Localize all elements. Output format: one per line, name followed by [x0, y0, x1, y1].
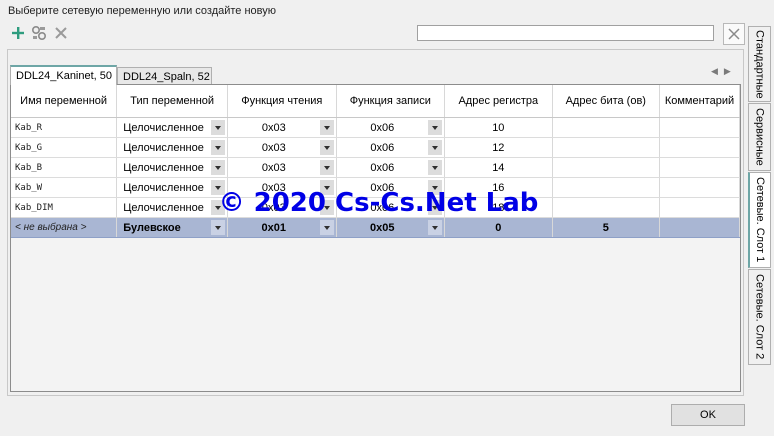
- chevron-down-icon[interactable]: [428, 120, 443, 135]
- type-select[interactable]: Целочисленное: [116, 137, 229, 158]
- type-value: Целочисленное: [123, 161, 204, 174]
- type-value: Булевское: [123, 221, 181, 234]
- link-button[interactable]: [30, 23, 48, 43]
- clear-search-button[interactable]: [723, 23, 745, 45]
- column-header-register-address[interactable]: Адрес регистра: [444, 85, 553, 118]
- write-function-value: 0x06: [370, 141, 395, 154]
- chevron-down-icon[interactable]: [319, 120, 334, 135]
- type-select[interactable]: Целочисленное: [116, 117, 229, 138]
- cell-comment[interactable]: [659, 117, 740, 138]
- cell-register-address[interactable]: 10: [444, 117, 553, 138]
- side-tab-label: Сетевые. Слот 1: [754, 177, 766, 263]
- table-row[interactable]: Kab_B Целочисленное 0x03 0x06 14: [11, 157, 740, 178]
- column-header-read-function[interactable]: Функция чтения: [227, 85, 337, 118]
- column-header-type[interactable]: Тип переменной: [116, 85, 229, 118]
- write-function-value: 0x05: [370, 221, 395, 234]
- tab-scroll-arrows: ◀ ▶: [711, 66, 739, 80]
- write-function-select[interactable]: 0x06: [336, 137, 446, 158]
- column-header-bit-address[interactable]: Адрес бита (ов): [552, 85, 661, 118]
- chevron-down-icon[interactable]: [428, 140, 443, 155]
- delete-button[interactable]: [52, 23, 70, 43]
- write-function-select[interactable]: 0x06: [336, 157, 446, 178]
- type-value: Целочисленное: [123, 141, 204, 154]
- side-tab-standard[interactable]: Стандартные: [748, 26, 771, 102]
- write-function-select[interactable]: 0x06: [336, 117, 446, 138]
- chevron-down-icon[interactable]: [319, 220, 334, 235]
- read-function-select[interactable]: 0x03: [227, 137, 337, 158]
- cell-register-address[interactable]: 14: [444, 157, 553, 178]
- type-select[interactable]: Целочисленное: [116, 157, 229, 178]
- chevron-left-icon[interactable]: ◀: [711, 66, 718, 80]
- cell-name[interactable]: Kab_B: [11, 157, 118, 178]
- side-tab-label: Сервисные: [753, 108, 766, 166]
- cell-bit-address[interactable]: [552, 117, 661, 138]
- table-row-selected[interactable]: < не выбрана > Булевское 0x01 0x05 0 5: [11, 217, 740, 238]
- dialog-title: Выберите сетевую переменную или создайте…: [8, 5, 277, 17]
- read-function-value: 0x01: [261, 221, 287, 234]
- delete-icon: [55, 27, 67, 39]
- variables-grid: Имя переменной Тип переменной Функция чт…: [10, 84, 741, 392]
- read-function-value: 0x03: [261, 141, 286, 154]
- column-header-comment[interactable]: Комментарий: [659, 85, 740, 118]
- side-tab-label: Сетевые. Слот 2: [753, 274, 766, 360]
- write-function-value: 0x06: [370, 161, 395, 174]
- cell-comment[interactable]: [659, 217, 740, 238]
- chevron-down-icon[interactable]: [211, 220, 226, 235]
- cell-register-address[interactable]: 0: [444, 217, 553, 238]
- write-function-value: 0x06: [370, 121, 395, 134]
- read-function-select[interactable]: 0x03: [227, 157, 337, 178]
- chevron-down-icon[interactable]: [428, 220, 443, 235]
- table-row[interactable]: Kab_R Целочисленное 0x03 0x06 10: [11, 117, 740, 138]
- chevron-down-icon[interactable]: [211, 120, 226, 135]
- read-function-select[interactable]: 0x03: [227, 117, 337, 138]
- write-function-select[interactable]: 0x05: [336, 217, 446, 238]
- link-icon: [31, 25, 47, 41]
- column-header-write-function[interactable]: Функция записи: [336, 85, 446, 118]
- side-tab-label: Стандартные: [753, 29, 766, 99]
- add-button[interactable]: [9, 23, 27, 43]
- side-tab-service[interactable]: Сервисные: [748, 103, 771, 171]
- table-header: Имя переменной Тип переменной Функция чт…: [11, 85, 740, 118]
- chevron-down-icon[interactable]: [428, 160, 443, 175]
- chevron-down-icon[interactable]: [319, 160, 334, 175]
- type-select[interactable]: Булевское: [116, 217, 229, 238]
- close-icon: [728, 28, 740, 40]
- cell-name[interactable]: Kab_R: [11, 117, 118, 138]
- cell-comment[interactable]: [659, 137, 740, 158]
- read-function-value: 0x03: [261, 161, 286, 174]
- ok-button[interactable]: OK: [671, 404, 745, 426]
- cell-comment[interactable]: [659, 157, 740, 178]
- add-icon: [12, 27, 24, 39]
- chevron-down-icon[interactable]: [319, 140, 334, 155]
- chevron-down-icon[interactable]: [211, 160, 226, 175]
- side-tab-network-slot-1[interactable]: Сетевые. Слот 1: [748, 172, 771, 268]
- cell-bit-address[interactable]: 5: [552, 217, 661, 238]
- search-input[interactable]: [417, 25, 714, 41]
- table-row[interactable]: Kab_G Целочисленное 0x03 0x06 12: [11, 137, 740, 158]
- read-function-select[interactable]: 0x01: [227, 217, 337, 238]
- watermark-text: © 2020 Cs-Cs.Net Lab: [218, 188, 539, 218]
- cell-bit-address[interactable]: [552, 157, 661, 178]
- cell-bit-address[interactable]: [552, 137, 661, 158]
- tab-ddl24-kaninet[interactable]: DDL24_Kaninet, 50: [10, 65, 117, 85]
- cell-register-address[interactable]: 12: [444, 137, 553, 158]
- cell-name[interactable]: Kab_G: [11, 137, 118, 158]
- type-value: Целочисленное: [123, 121, 204, 134]
- side-tab-network-slot-2[interactable]: Сетевые. Слот 2: [748, 269, 771, 365]
- chevron-down-icon[interactable]: [211, 140, 226, 155]
- column-header-name[interactable]: Имя переменной: [11, 85, 118, 118]
- cell-name[interactable]: < не выбрана >: [11, 217, 118, 238]
- read-function-value: 0x03: [261, 121, 286, 134]
- chevron-right-icon[interactable]: ▶: [724, 66, 731, 80]
